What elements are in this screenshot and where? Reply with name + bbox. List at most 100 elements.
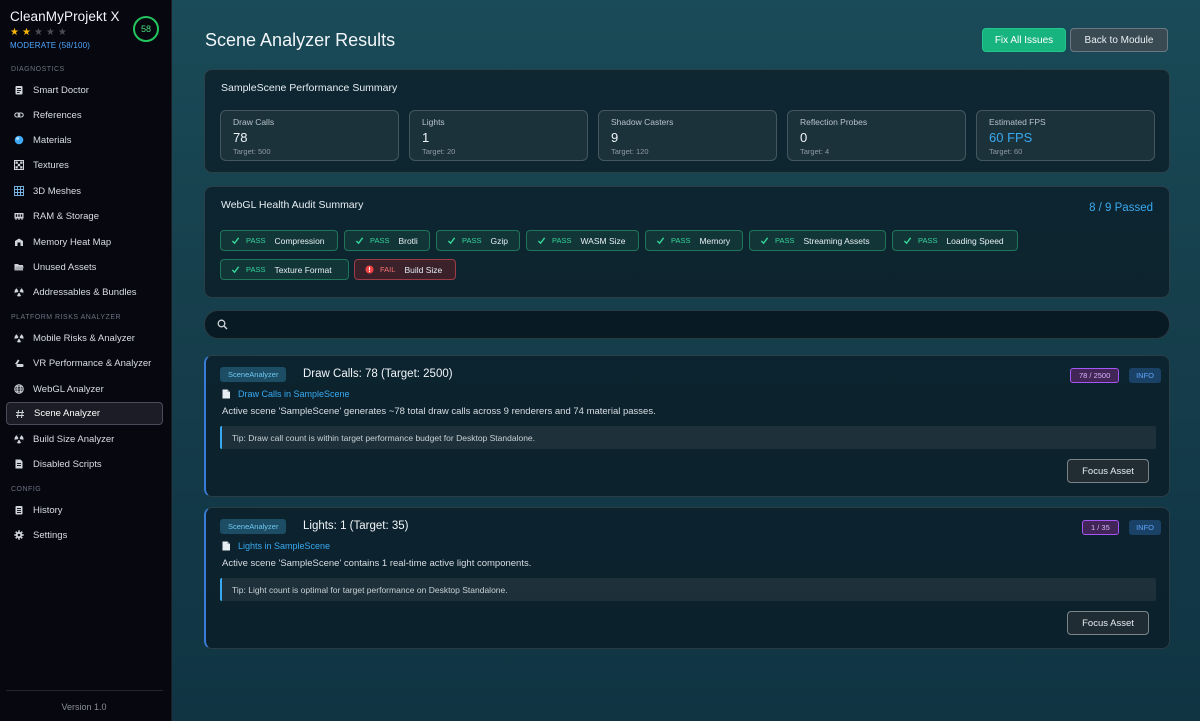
audit-chip-texture-format: PASS Texture Format xyxy=(220,259,349,280)
sidebar-item-references[interactable]: References xyxy=(6,104,163,126)
sphere-icon xyxy=(14,135,24,145)
sidebar-item-label: History xyxy=(33,504,63,516)
webgl-audit-panel: WebGL Health Audit Summary 8 / 9 Passed … xyxy=(204,186,1170,298)
metric-card-draw-calls: Draw Calls 78 Target: 500 xyxy=(220,110,399,161)
audit-chip-gzip: PASS Gzip xyxy=(436,230,520,251)
sidebar-item-webgl-analyzer[interactable]: WebGL Analyzer xyxy=(6,378,163,400)
passed-count: 8 / 9 Passed xyxy=(1089,202,1153,214)
sidebar-item-label: WebGL Analyzer xyxy=(33,383,104,395)
search-bar xyxy=(204,310,1170,339)
app-version: Version 1.0 xyxy=(61,702,107,712)
sidebar-item-ram-storage[interactable]: RAM & Storage xyxy=(6,205,163,227)
star-empty-icon: ★ xyxy=(57,27,70,38)
source-badge: SceneAnalyzer xyxy=(220,519,287,534)
audit-chip-memory: PASS Memory xyxy=(645,230,743,251)
source-badge: SceneAnalyzer xyxy=(220,367,287,382)
star-filled-icon: ★ xyxy=(10,27,22,38)
audit-status: PASS xyxy=(462,236,482,245)
sidebar-item-label: Smart Doctor xyxy=(33,84,89,96)
gear-icon xyxy=(14,530,24,540)
star-filled-icon: ★ xyxy=(21,27,34,38)
audit-label: Texture Format xyxy=(274,264,332,275)
metric-label: Reflection Probes xyxy=(800,117,868,127)
sidebar-item-disabled-scripts[interactable]: Disabled Scripts xyxy=(6,453,163,475)
search-icon xyxy=(217,319,228,330)
performance-summary-panel: SampleScene Performance Summary Draw Cal… xyxy=(204,69,1170,173)
check-icon xyxy=(656,236,665,245)
sidebar-item-label: Materials xyxy=(33,134,72,146)
audit-label: Memory xyxy=(699,235,731,246)
asset-link[interactable]: Draw Calls in SampleScene xyxy=(222,389,350,399)
sidebar-item-materials[interactable]: Materials xyxy=(6,129,163,151)
sidebar-item-scene-analyzer[interactable]: Scene Analyzer xyxy=(6,402,163,425)
audit-label: WASM Size xyxy=(580,235,626,246)
sidebar-item-textures[interactable]: Textures xyxy=(6,154,163,176)
sidebar-item-vr-performance[interactable]: VR Performance & Analyzer xyxy=(6,352,163,374)
audit-label: Build Size xyxy=(404,264,443,275)
asset-link-label: Draw Calls in SampleScene xyxy=(238,389,350,399)
sidebar-item-3d-meshes[interactable]: 3D Meshes xyxy=(6,180,163,202)
audit-status: PASS xyxy=(775,236,795,245)
metric-target: Target: 120 xyxy=(611,147,649,156)
sidebar-item-build-size[interactable]: Build Size Analyzer xyxy=(6,428,163,450)
heatmap-icon xyxy=(14,237,24,247)
metric-target: Target: 60 xyxy=(989,147,1023,156)
main-content: Scene Analyzer Results Fix All Issues Ba… xyxy=(172,0,1200,721)
section-label-config: CONFIG xyxy=(11,486,42,493)
sidebar-item-label: Disabled Scripts xyxy=(33,458,102,470)
severity-badge: INFO xyxy=(1129,368,1161,383)
issue-description: Active scene 'SampleScene' generates ~78… xyxy=(222,406,656,417)
audit-label: Brotli xyxy=(398,235,418,246)
sidebar-item-settings[interactable]: Settings xyxy=(6,524,163,546)
health-score: 58 xyxy=(140,24,151,34)
audit-chip-loading-speed: PASS Loading Speed xyxy=(892,230,1018,251)
file-icon xyxy=(222,389,230,399)
star-empty-icon: ★ xyxy=(33,27,46,38)
audit-label: Streaming Assets xyxy=(803,235,870,246)
sidebar-item-label: Addressables & Bundles xyxy=(33,286,137,298)
metric-value: 9 xyxy=(611,130,619,145)
error-icon xyxy=(365,265,374,274)
sidebar-item-addressables-bundles[interactable]: Addressables & Bundles xyxy=(6,281,163,303)
audit-chip-build-size: FAIL Build Size xyxy=(354,259,456,280)
metric-label: Draw Calls xyxy=(233,117,275,127)
audit-chip-streaming-assets: PASS Streaming Assets xyxy=(749,230,886,251)
sidebar-item-mobile-risks[interactable]: Mobile Risks & Analyzer xyxy=(6,327,163,349)
sidebar-item-unused-assets[interactable]: Unused Assets xyxy=(6,256,163,278)
script-icon xyxy=(14,459,24,469)
sidebar-item-memory-heat-map[interactable]: Memory Heat Map xyxy=(6,231,163,253)
metric-label: Shadow Casters xyxy=(611,117,674,127)
audit-status: FAIL xyxy=(380,265,396,274)
metric-card-reflection-probes: Reflection Probes 0 Target: 4 xyxy=(787,110,966,161)
sidebar-item-label: RAM & Storage xyxy=(33,210,99,222)
audit-chip-brotli: PASS Brotli xyxy=(344,230,430,251)
audit-chip-wasm-size: PASS WASM Size xyxy=(526,230,639,251)
asset-link[interactable]: Lights in SampleScene xyxy=(222,541,330,551)
focus-asset-button[interactable]: Focus Asset xyxy=(1067,611,1149,635)
issue-card-draw-calls: SceneAnalyzer Draw Calls: 78 (Target: 25… xyxy=(204,355,1170,497)
audit-status: PASS xyxy=(246,236,266,245)
sidebar-item-label: Mobile Risks & Analyzer xyxy=(33,332,135,344)
focus-asset-button[interactable]: Focus Asset xyxy=(1067,459,1149,483)
back-to-module-button[interactable]: Back to Module xyxy=(1070,28,1168,52)
search-input[interactable] xyxy=(235,315,1155,335)
metric-value: 1 xyxy=(422,130,430,145)
issue-title: Lights: 1 (Target: 35) xyxy=(303,520,409,532)
sidebar-item-smart-doctor[interactable]: Smart Doctor xyxy=(6,79,163,101)
history-icon xyxy=(14,505,24,515)
sidebar-item-history[interactable]: History xyxy=(6,499,163,521)
sidebar-item-label: Textures xyxy=(33,159,69,171)
metric-card-shadow-casters: Shadow Casters 9 Target: 120 xyxy=(598,110,777,161)
metric-card-lights: Lights 1 Target: 20 xyxy=(409,110,588,161)
sidebar-item-label: Settings xyxy=(33,529,68,541)
link-icon xyxy=(14,110,24,120)
check-icon xyxy=(231,265,240,274)
ram-icon xyxy=(14,211,24,221)
audit-chip-compression: PASS Compression xyxy=(220,230,338,251)
page-title: Scene Analyzer Results xyxy=(205,30,396,50)
metric-value: 60 FPS xyxy=(989,130,1033,145)
fix-all-issues-button[interactable]: Fix All Issues xyxy=(982,28,1066,52)
sidebar-item-label: 3D Meshes xyxy=(33,185,82,197)
radiation-icon xyxy=(14,287,24,297)
checker-icon xyxy=(14,160,24,170)
